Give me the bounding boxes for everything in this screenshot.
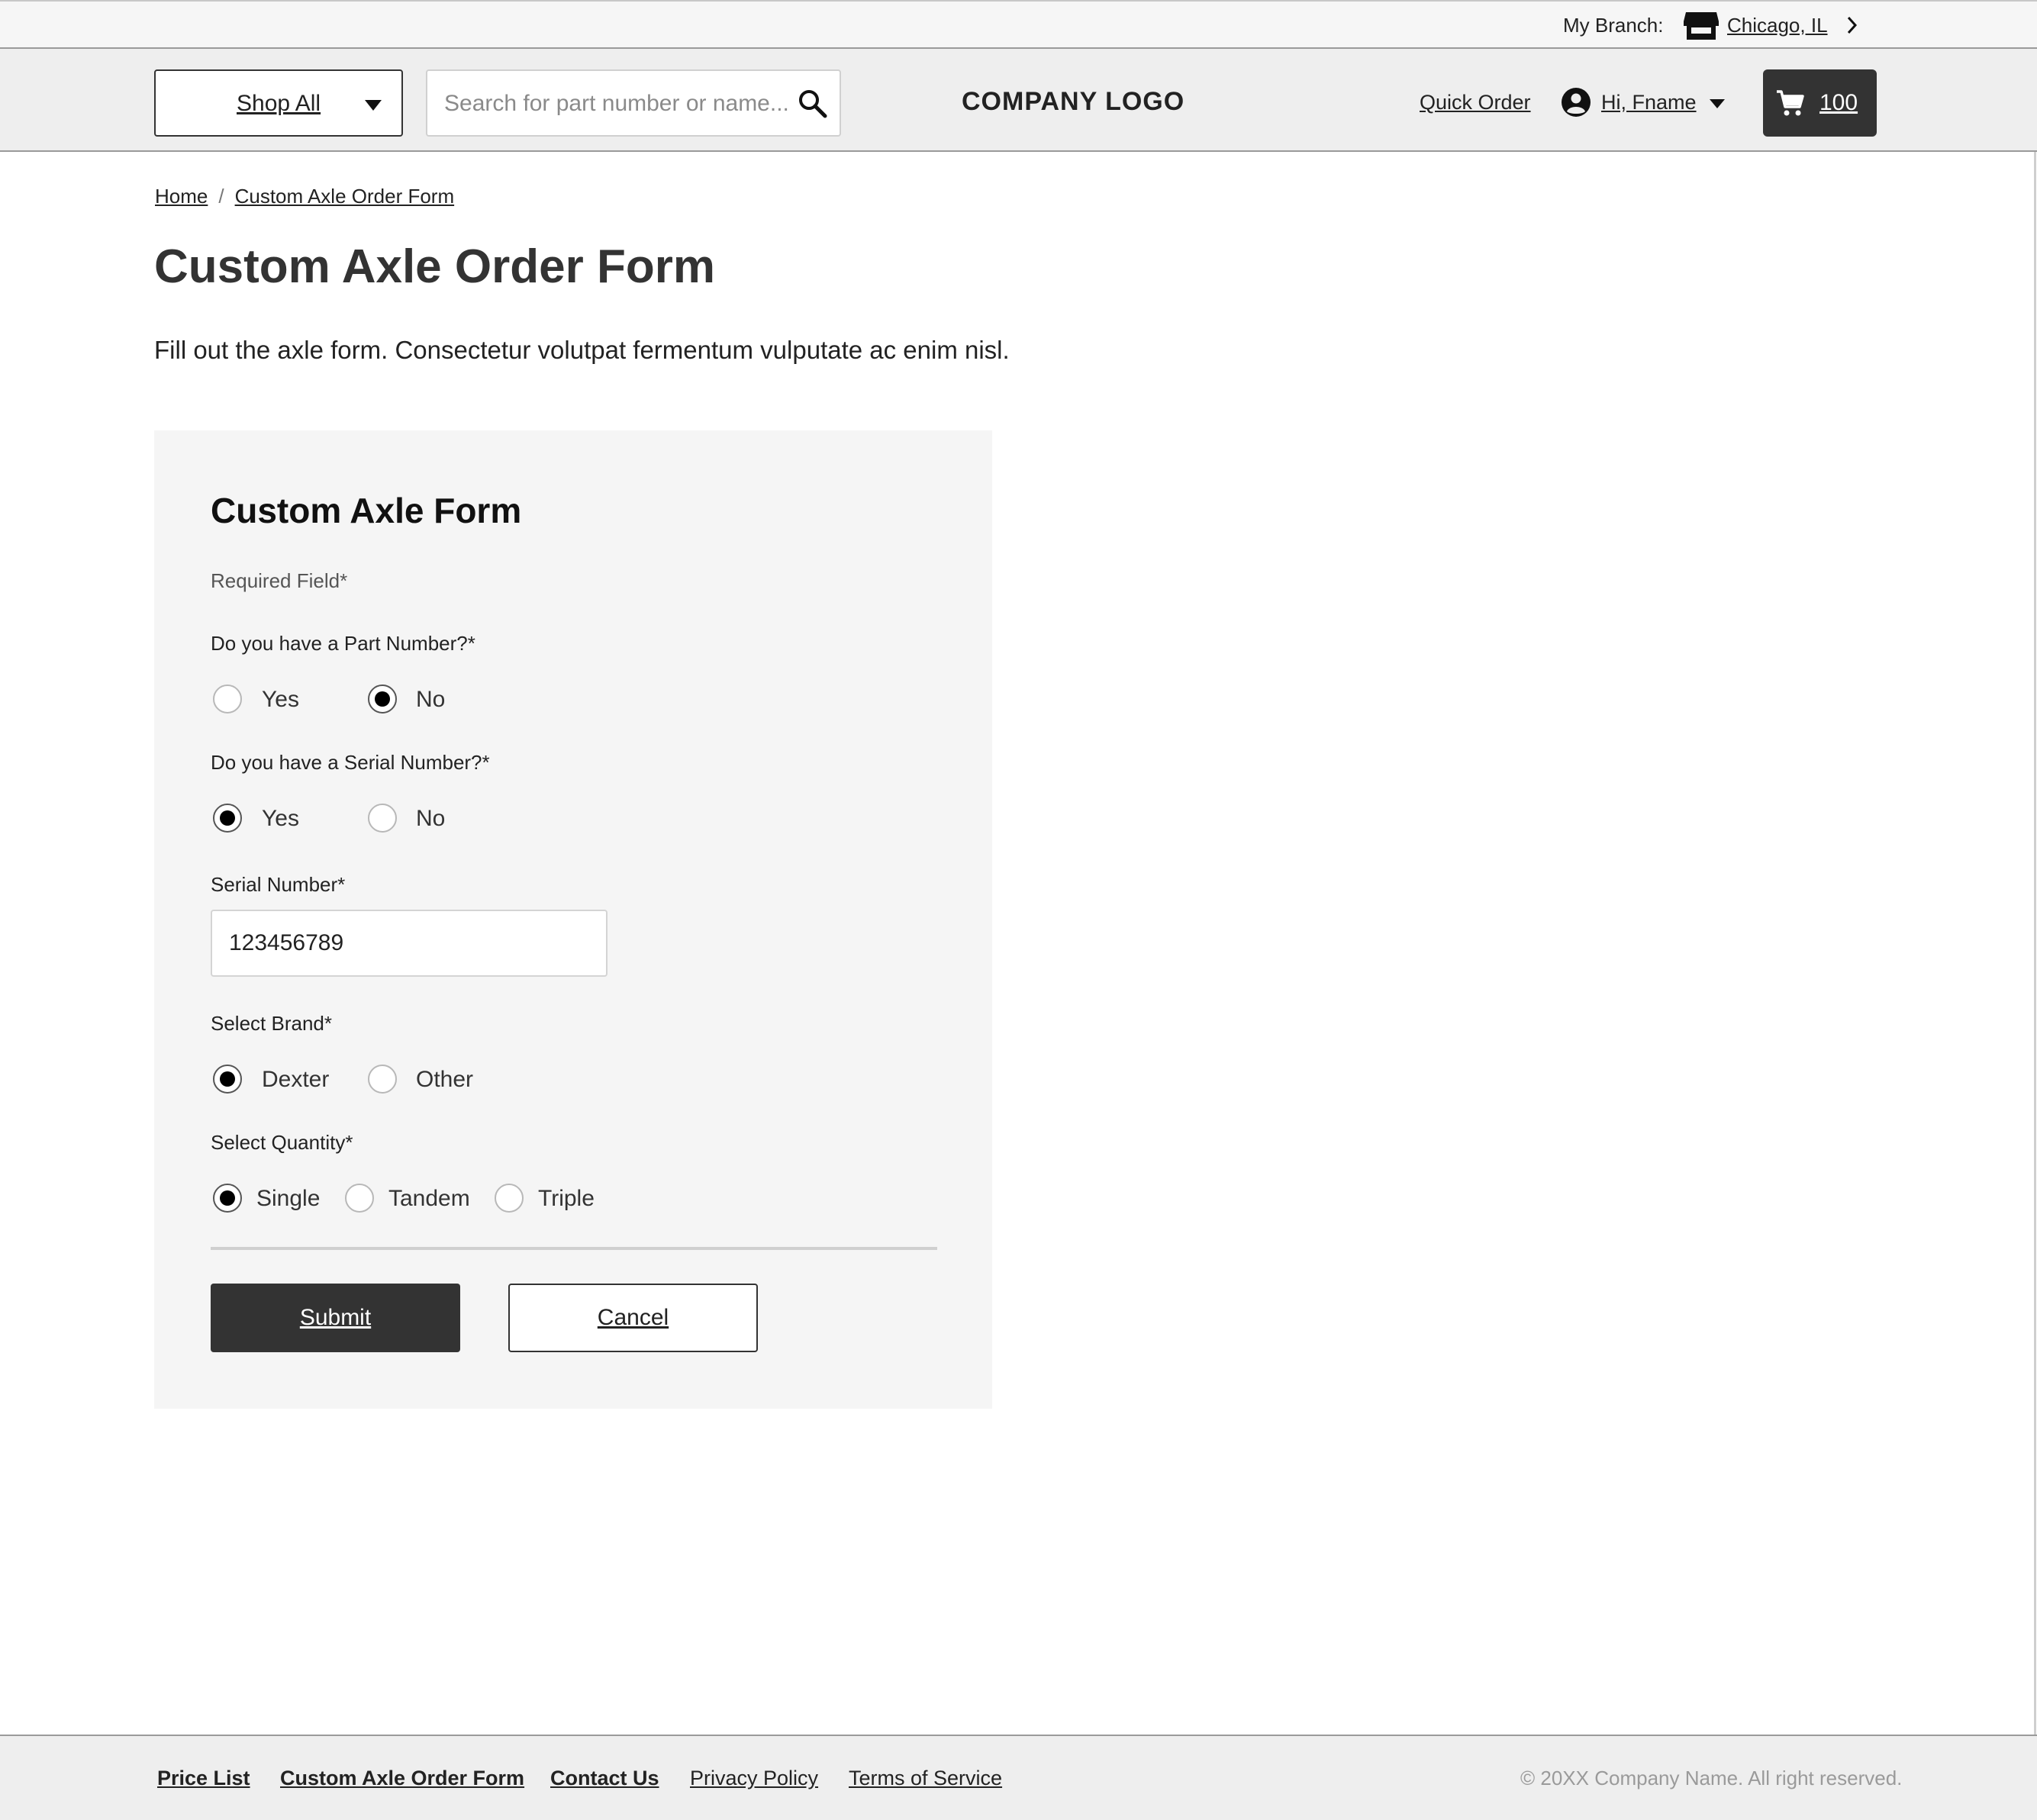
page-edge [2034, 0, 2036, 1820]
page-description: Fill out the axle form. Consectetur volu… [154, 336, 1010, 364]
serial-number-label: Serial Number* [211, 873, 346, 896]
shop-all-label: Shop All [237, 91, 321, 116]
submit-button[interactable]: Submit [211, 1284, 460, 1352]
site-footer: Price List Custom Axle Order Form Contac… [0, 1735, 2037, 1820]
search-icon[interactable] [797, 88, 827, 118]
custom-axle-form: Custom Axle Form Required Field* Do you … [154, 430, 992, 1409]
serial-yes-radio[interactable] [213, 804, 242, 833]
store-icon [1684, 12, 1719, 40]
serial-no-radio[interactable] [368, 804, 397, 833]
company-logo[interactable]: COMPANY LOGO [962, 87, 1184, 117]
cart-icon [1777, 90, 1804, 116]
user-menu-link[interactable]: Hi, Fname [1601, 91, 1697, 114]
serial-yes-label: Yes [262, 806, 299, 831]
quantity-triple-radio[interactable] [495, 1184, 524, 1213]
quantity-triple-label: Triple [538, 1186, 595, 1211]
form-title: Custom Axle Form [211, 491, 522, 530]
quantity-tandem-label: Tandem [388, 1186, 470, 1211]
footer-link-custom-axle[interactable]: Custom Axle Order Form [280, 1767, 524, 1790]
footer-link-contact[interactable]: Contact Us [550, 1767, 659, 1790]
quantity-tandem-radio[interactable] [345, 1184, 374, 1213]
serial-number-input[interactable] [211, 910, 608, 977]
branch-link[interactable]: Chicago, IL [1727, 14, 1828, 37]
breadcrumb-current[interactable]: Custom Axle Order Form [235, 185, 455, 208]
quick-order-link[interactable]: Quick Order [1420, 91, 1531, 114]
quantity-question: Select Quantity* [211, 1131, 353, 1154]
brand-dexter-label: Dexter [262, 1067, 330, 1092]
serial-no-label: No [416, 806, 446, 831]
form-divider [211, 1247, 937, 1250]
brand-other-radio[interactable] [368, 1065, 397, 1094]
quantity-single-label: Single [256, 1186, 321, 1211]
breadcrumb-home[interactable]: Home [155, 185, 208, 208]
footer-link-terms[interactable]: Terms of Service [849, 1767, 1002, 1790]
quantity-single-radio[interactable] [213, 1184, 242, 1213]
shop-all-button[interactable]: Shop All [154, 69, 403, 137]
part-number-no-radio[interactable] [368, 685, 397, 714]
brand-other-label: Other [416, 1067, 474, 1092]
brand-dexter-radio[interactable] [213, 1065, 242, 1094]
utility-bar: My Branch: Chicago, IL [0, 0, 2037, 49]
branch-label: My Branch: [1563, 14, 1664, 37]
site-header: Shop All COMPANY LOGO Quick Order Hi, Fn… [0, 49, 2037, 152]
cancel-button[interactable]: Cancel [508, 1284, 758, 1352]
breadcrumb: Home / Custom Axle Order Form [155, 185, 454, 208]
required-note: Required Field* [211, 569, 348, 592]
page-title: Custom Axle Order Form [154, 240, 715, 293]
caret-down-icon [365, 100, 382, 111]
user-circle-icon[interactable] [1561, 87, 1591, 118]
part-number-question: Do you have a Part Number?* [211, 632, 475, 655]
chevron-right-icon[interactable] [1845, 15, 1859, 35]
search-input[interactable] [443, 71, 797, 137]
cart-count: 100 [1819, 90, 1858, 115]
breadcrumb-separator: / [218, 185, 224, 208]
part-number-no-label: No [416, 687, 446, 712]
part-number-yes-label: Yes [262, 687, 299, 712]
serial-number-question: Do you have a Serial Number?* [211, 751, 490, 774]
search-box [426, 69, 841, 137]
footer-link-privacy[interactable]: Privacy Policy [690, 1767, 818, 1790]
part-number-yes-radio[interactable] [213, 685, 242, 714]
caret-down-icon[interactable] [1710, 99, 1725, 108]
footer-link-price-list[interactable]: Price List [157, 1767, 250, 1790]
brand-question: Select Brand* [211, 1012, 332, 1035]
cart-button[interactable]: 100 [1763, 69, 1877, 137]
copyright-text: © 20XX Company Name. All right reserved. [1520, 1767, 1903, 1789]
